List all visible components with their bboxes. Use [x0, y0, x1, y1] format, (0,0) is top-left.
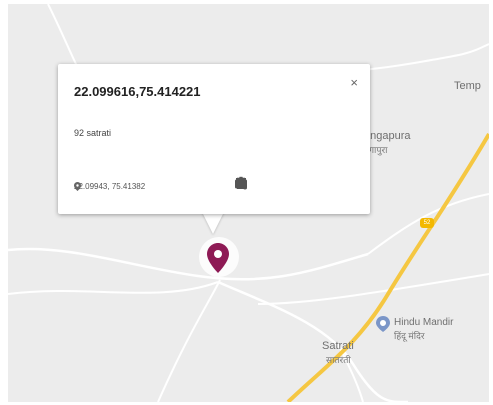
close-icon[interactable]: × [350, 76, 358, 89]
popup-coords-text: 22.09943, 75.41382 [74, 182, 146, 191]
info-popup: 22.099616,75.414221 × 92 satrati 22.0994… [58, 64, 370, 214]
map-label-gangapura: angapura [364, 130, 411, 142]
screenshot-frame: Temp angapura नेंगापुरा 52 Hindu Mandir … [0, 0, 493, 405]
small-pin-icon [74, 182, 81, 191]
popup-description: 92 satrati [74, 128, 112, 138]
popup-toolbar [234, 176, 346, 192]
route-icon[interactable] [236, 176, 322, 192]
map-label-satrati-local: सातरती [326, 355, 351, 365]
map-canvas[interactable]: Temp angapura नेंगापुरा 52 Hindu Mandir … [8, 4, 489, 402]
map-label-hindu-mandir: Hindu Mandir [394, 317, 454, 328]
camera-icon[interactable] [235, 176, 298, 192]
popup-coordinates: 22.09943, 75.41382 [74, 182, 145, 191]
map-label-satrati: Satrati [322, 340, 354, 352]
map-label-temp: Temp [454, 80, 481, 92]
trash-icon[interactable] [236, 176, 346, 192]
popup-pointer [202, 212, 224, 234]
highway-badge: 52 [420, 218, 434, 228]
pencil-icon[interactable] [236, 176, 274, 192]
popup-title: 22.099616,75.414221 [74, 84, 201, 99]
map-label-hindu-mandir-local: हिंदू मंदिर [394, 331, 425, 341]
